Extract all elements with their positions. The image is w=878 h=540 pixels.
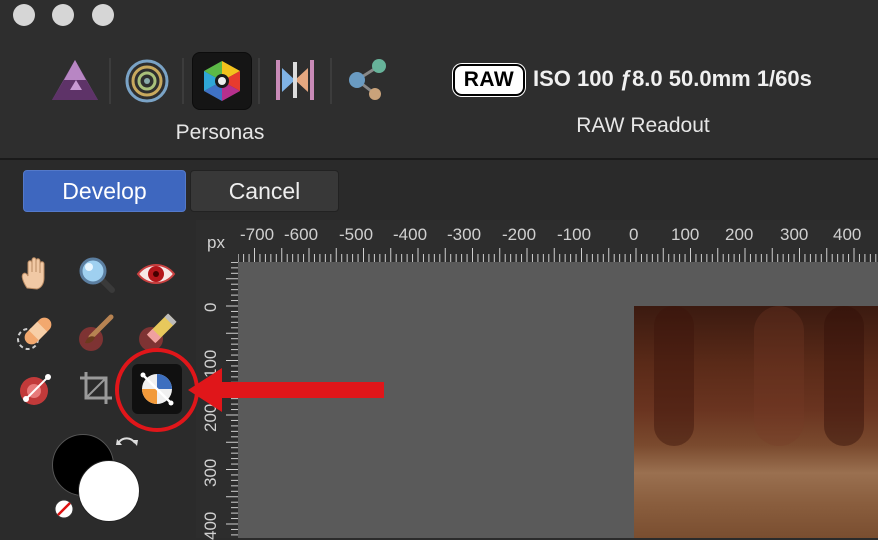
highlight-ring bbox=[115, 348, 199, 432]
arrow-shaft bbox=[212, 382, 384, 398]
callout-annotation bbox=[115, 348, 384, 432]
